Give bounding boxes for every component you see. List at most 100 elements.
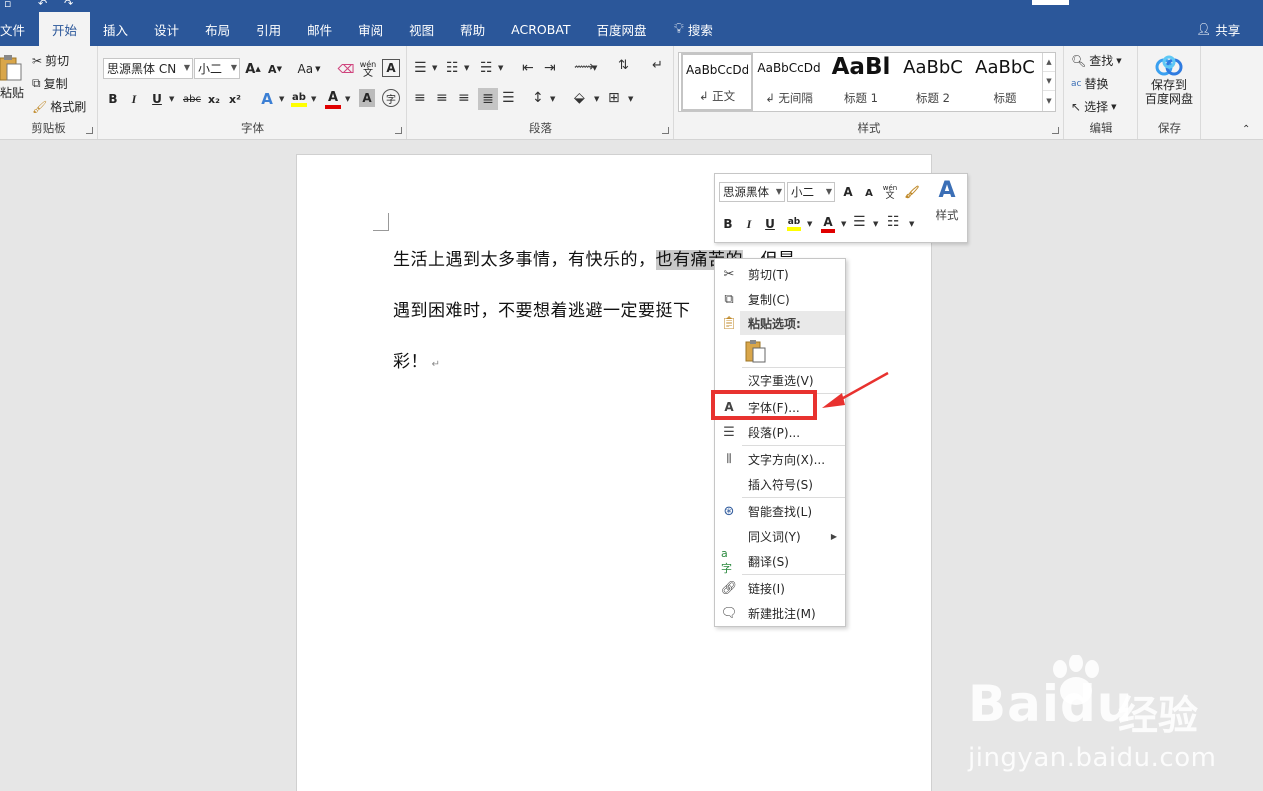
distributed-icon[interactable]: ☰ (502, 90, 515, 106)
tab-mailings[interactable]: 邮件 (294, 12, 345, 46)
multilevel-list-icon[interactable]: ☵ (480, 60, 493, 76)
align-left-icon[interactable]: ≡ (414, 90, 426, 106)
grow-font-icon[interactable]: A (841, 182, 855, 202)
numbering-icon[interactable]: ☷ (446, 60, 459, 76)
copy-button[interactable]: ⧉ 复制 (32, 75, 68, 92)
styles-launcher-icon[interactable] (1052, 127, 1059, 134)
superscript-button[interactable]: x² (227, 89, 243, 109)
tab-acrobat[interactable]: ACROBAT (498, 12, 583, 46)
bold-icon[interactable]: B (721, 214, 735, 234)
line-spacing-icon[interactable]: ↕ (532, 90, 544, 106)
replace-button[interactable]: ac 替换 (1071, 75, 1108, 92)
save-to-baidu-button[interactable]: 保存到 百度网盘 (1145, 54, 1193, 106)
subscript-button[interactable]: x₂ (206, 89, 222, 109)
chevron-down-icon[interactable]: ▼ (345, 95, 350, 103)
chevron-down-icon[interactable]: ▼ (498, 64, 503, 72)
numbering-icon[interactable]: ☷ (887, 214, 900, 230)
sort-icon[interactable]: ⇅ (618, 58, 629, 73)
grow-font-button[interactable]: A ▲ (245, 59, 261, 79)
chevron-down-icon[interactable]: ▼ (169, 95, 174, 103)
find-button[interactable]: 🔍︎ 查找 ▼ (1071, 52, 1122, 69)
chevron-down-icon[interactable]: ▼ (550, 95, 555, 103)
mini-font-name-combo[interactable]: 思源黑体 ▼ (719, 182, 785, 202)
document-line-2[interactable]: 遇到困难时，不要想着逃避一定要挺下 (393, 296, 691, 321)
tab-design[interactable]: 设计 (141, 12, 192, 46)
style-heading-1[interactable]: AaBl 标题 1 (825, 53, 897, 111)
chevron-down-icon[interactable]: ▼ (841, 220, 846, 228)
decrease-indent-icon[interactable]: ⇤ (522, 60, 534, 76)
phonetic-guide-icon[interactable]: wén 文 (881, 181, 899, 203)
align-right-icon[interactable]: ≡ (458, 90, 470, 106)
tab-references[interactable]: 引用 (243, 12, 294, 46)
style-title[interactable]: AaBbC 标题 (969, 53, 1041, 111)
tab-layout[interactable]: 布局 (192, 12, 243, 46)
chevron-down-icon[interactable]: ▼ (909, 220, 914, 228)
document-line-3[interactable]: 彩！ ↵ (393, 347, 441, 372)
font-size-combo[interactable]: 小二 ▼ (194, 58, 240, 79)
cut-button[interactable]: ✂ 剪切 (32, 52, 69, 69)
chevron-down-icon[interactable]: ▼ (311, 95, 316, 103)
font-name-combo[interactable]: 思源黑体 CN ▼ (103, 58, 193, 79)
tell-me-search[interactable]: 💡︎ 搜索 (674, 12, 713, 46)
chevron-down-icon[interactable]: ▼ (464, 64, 469, 72)
enclose-characters-icon[interactable]: 字 (382, 89, 400, 107)
menu-item-translate[interactable]: a字 翻译(S) (715, 547, 845, 575)
italic-icon[interactable]: I (743, 214, 755, 234)
text-effects-icon[interactable]: A (257, 88, 277, 110)
character-shading-icon[interactable]: A (359, 89, 375, 107)
clipboard-launcher-icon[interactable] (86, 127, 93, 134)
chevron-down-icon[interactable]: ▼ (807, 220, 812, 228)
font-color-button[interactable]: A (323, 88, 343, 110)
menu-item-new-comment[interactable]: 🗨︎ 新建批注(M) (715, 601, 845, 625)
chevron-up-icon[interactable]: ▲ (1043, 53, 1055, 72)
menu-item-copy[interactable]: ⧉ 复制(C) (715, 287, 845, 311)
tab-review[interactable]: 审阅 (345, 12, 396, 46)
underline-button[interactable]: U (149, 89, 165, 109)
tab-baidu-netdisk[interactable]: 百度网盘 (584, 12, 660, 46)
italic-button[interactable]: I (127, 89, 141, 109)
clear-formatting-icon[interactable]: ⌫ (337, 59, 355, 79)
account-button[interactable] (1032, 0, 1069, 5)
character-border-icon[interactable]: A (382, 59, 400, 77)
tab-view[interactable]: 视图 (396, 12, 447, 46)
paste-button[interactable]: 粘贴 (0, 54, 24, 101)
styles-scrollbar[interactable]: ▲ ▼ ▼ (1042, 53, 1055, 111)
chevron-down-icon[interactable]: ▼ (628, 95, 633, 103)
bold-button[interactable]: B (105, 89, 121, 109)
tab-home[interactable]: 开始 (39, 12, 91, 46)
bullets-icon[interactable]: ☰ (414, 60, 427, 76)
underline-icon[interactable]: U (763, 214, 777, 234)
phonetic-guide-button[interactable]: wén 文 (359, 58, 377, 80)
chevron-down-icon[interactable]: ▼ (432, 64, 437, 72)
bullets-icon[interactable]: ☰ (853, 214, 866, 230)
shading-icon[interactable]: ⬙ (574, 90, 585, 106)
menu-item-insert-symbol[interactable]: 插入符号(S) (715, 472, 845, 496)
share-button[interactable]: 👤︎ 共享 (1196, 12, 1240, 46)
menu-item-text-direction[interactable]: ⫼ 文字方向(X)... (715, 447, 845, 471)
menu-item-synonyms[interactable]: 同义词(Y) ▶ (715, 524, 845, 548)
mini-font-size-combo[interactable]: 小二 ▼ (787, 182, 835, 202)
style-heading-2[interactable]: AaBbC 标题 2 (897, 53, 969, 111)
paragraph-launcher-icon[interactable] (662, 127, 669, 134)
chevron-down-icon[interactable]: ▼ (1043, 72, 1055, 91)
change-case-button[interactable]: Aa ▼ (295, 59, 323, 79)
collapse-ribbon-icon[interactable]: ⌃ (1242, 124, 1250, 135)
tab-file[interactable]: 文件 (0, 12, 39, 46)
redo-icon[interactable]: ↷ (64, 0, 73, 9)
save-icon[interactable]: ▫ (4, 0, 11, 9)
mini-styles-button[interactable]: A 样式 (930, 178, 964, 238)
style-no-spacing[interactable]: AaBbCcDd ↲ 无间隔 (753, 53, 825, 111)
borders-icon[interactable]: ⊞ (608, 90, 620, 106)
highlight-color-icon[interactable]: ab (785, 213, 803, 235)
shrink-font-button[interactable]: A ▼ (267, 59, 283, 79)
format-painter-button[interactable]: 🖌︎ 格式刷 (32, 98, 86, 115)
justify-icon[interactable]: ≣ (478, 88, 498, 110)
menu-item-cut[interactable]: ✂ 剪切(T) (715, 262, 845, 286)
show-marks-icon[interactable]: ↵ (652, 58, 663, 73)
tab-insert[interactable]: 插入 (90, 12, 141, 46)
tab-help[interactable]: 帮助 (447, 12, 498, 46)
increase-indent-icon[interactable]: ⇥ (544, 60, 556, 76)
chevron-down-icon[interactable]: ▼ (279, 95, 284, 103)
menu-item-paragraph[interactable]: ☰ 段落(P)... (715, 420, 845, 444)
shrink-font-icon[interactable]: A (863, 183, 875, 203)
